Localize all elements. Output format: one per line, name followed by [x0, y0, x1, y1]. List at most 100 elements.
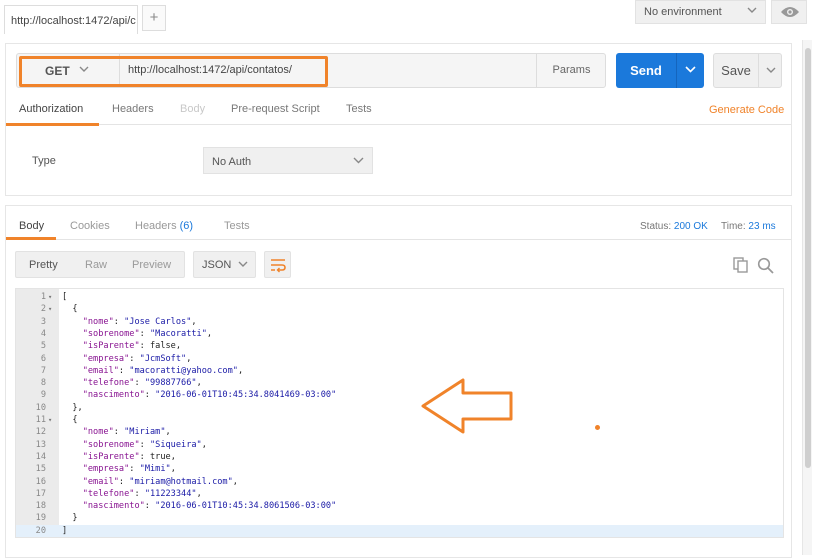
json-punctuation — [62, 378, 83, 388]
pretty-button[interactable]: Pretty — [29, 259, 58, 271]
json-punctuation: , — [237, 365, 244, 376]
line-number: 3 — [40, 316, 46, 327]
method-select[interactable]: GET — [17, 54, 120, 87]
params-button[interactable]: Params — [536, 54, 606, 87]
time-value: 23 ms — [748, 221, 776, 232]
code-line: 3 "nome": "Jose Carlos", — [16, 316, 783, 328]
json-string: "Siqueira" — [149, 439, 202, 450]
response-body-editor[interactable]: 1 ▾[2 ▾ {3 "nome": "Jose Carlos", 4 "sobren… — [15, 288, 784, 538]
json-punctuation: : — [139, 328, 150, 339]
json-string: "miriam@hotmail.com" — [129, 476, 233, 487]
response-panel: Body Cookies Headers (6) Tests Status: 2… — [5, 205, 792, 558]
code-line: 6 "empresa": "JcmSoft", — [16, 353, 783, 365]
code-text: "sobrenome": "Macoratti", — [62, 328, 212, 340]
json-literal: true — [149, 451, 171, 462]
code-text: { — [62, 414, 78, 426]
line-number: 4 — [40, 328, 46, 339]
line-number: 9 — [40, 390, 46, 401]
send-button[interactable]: Send — [616, 53, 704, 88]
code-line: 7 "email": "macoratti@yahoo.com", — [16, 365, 783, 377]
json-punctuation: }, — [62, 402, 83, 413]
tab-cookies[interactable]: Cookies — [70, 220, 110, 232]
code-text: "nome": "Jose Carlos", — [62, 316, 197, 328]
json-key: "telefone" — [82, 488, 135, 499]
json-punctuation: : — [144, 390, 156, 401]
json-key: "sobrenome" — [82, 439, 140, 450]
wrap-lines-button[interactable] — [264, 251, 291, 278]
json-key: "nome" — [82, 427, 114, 438]
tab-body: Body — [180, 103, 206, 115]
json-punctuation: : — [139, 341, 150, 352]
json-punctuation: , — [196, 378, 202, 389]
format-value: JSON — [202, 259, 232, 271]
fold-toggle-icon[interactable]: ▾ — [48, 291, 52, 303]
json-punctuation: : — [134, 488, 145, 499]
json-punctuation: , — [175, 341, 182, 352]
line-number: 16 — [35, 476, 46, 487]
active-tab-indicator — [6, 123, 99, 126]
line-number: 8 — [40, 378, 46, 389]
status-readout: Status: 200 OK — [640, 221, 708, 232]
status-label: Status: — [640, 221, 672, 232]
code-line: 1 ▾ [ — [16, 291, 783, 303]
json-key: "isParente" — [82, 341, 140, 352]
json-punctuation: , — [201, 439, 207, 450]
json-punctuation: : — [118, 365, 130, 376]
tab-pre-request-script[interactable]: Pre-request Script — [231, 103, 320, 115]
copy-icon[interactable] — [733, 257, 749, 273]
code-line: 16 "email": "miriam@hotmail.com", — [16, 476, 783, 488]
code-text: "nascimento": "2016-06-01T10:45:34.80615… — [62, 500, 337, 512]
code-text: "sobrenome": "Siqueira", — [62, 439, 207, 451]
json-punctuation: { — [62, 304, 78, 315]
environment-quick-look-button[interactable] — [771, 0, 807, 24]
code-text: "empresa": "Mimi", — [62, 463, 176, 475]
json-punctuation — [62, 317, 83, 327]
auth-type-select[interactable]: No Auth — [203, 147, 373, 174]
scrollbar-thumb[interactable] — [805, 48, 811, 468]
add-tab-button[interactable]: + — [142, 5, 166, 31]
environment-select[interactable]: No environment — [635, 0, 766, 24]
line-number: 2 — [40, 304, 46, 315]
url-input[interactable]: http://localhost:1472/api/contatos/ — [128, 64, 292, 76]
auth-type-value: No Auth — [212, 156, 252, 168]
json-string: "11223344" — [144, 488, 197, 499]
auth-type-label: Type — [32, 155, 56, 167]
json-key: "nascimento" — [82, 390, 145, 401]
line-number: 12 — [35, 427, 46, 438]
json-punctuation: : — [113, 316, 125, 327]
chevron-down-icon — [677, 66, 704, 73]
json-punctuation: ] — [62, 525, 68, 536]
json-punctuation: , — [186, 353, 192, 364]
code-line: 8 "telefone": "99887766", — [16, 377, 783, 389]
code-line: 4 "sobrenome": "Macoratti", — [16, 328, 783, 340]
view-mode-group: Pretty Raw Preview — [15, 251, 185, 278]
page-scrollbar[interactable] — [802, 40, 812, 555]
tab-authorization[interactable]: Authorization — [19, 103, 83, 115]
raw-button[interactable]: Raw — [85, 259, 107, 271]
format-select[interactable]: JSON — [193, 251, 256, 278]
send-options-button[interactable] — [676, 53, 704, 88]
json-punctuation — [62, 452, 83, 462]
search-icon[interactable] — [757, 257, 774, 274]
json-punctuation — [62, 329, 83, 339]
tab-response-tests[interactable]: Tests — [224, 220, 250, 232]
tab-headers[interactable]: Headers — [112, 103, 154, 115]
code-text: "email": "miriam@hotmail.com", — [62, 476, 238, 488]
tab-response-headers[interactable]: Headers (6) — [135, 220, 193, 232]
save-options-button[interactable] — [758, 54, 782, 87]
generate-code-link[interactable]: Generate Code — [709, 104, 784, 116]
fold-toggle-icon[interactable]: ▾ — [48, 414, 52, 426]
tab-response-body[interactable]: Body — [19, 220, 44, 232]
request-tab[interactable]: http://localhost:1472/api/c — [4, 5, 138, 34]
request-panel: GET http://localhost:1472/api/contatos/ … — [5, 43, 792, 196]
save-button-label: Save — [721, 63, 751, 78]
tab-tests[interactable]: Tests — [346, 103, 372, 115]
code-line: 14 "isParente": true, — [16, 451, 783, 463]
save-button[interactable]: Save — [713, 53, 782, 88]
json-key: "nome" — [82, 316, 114, 327]
preview-button[interactable]: Preview — [132, 259, 171, 271]
code-line: 5 "isParente": false, — [16, 340, 783, 352]
code-line: 11 ▾ { — [16, 414, 783, 426]
fold-toggle-icon[interactable]: ▾ — [48, 303, 52, 315]
json-punctuation: { — [62, 415, 78, 425]
